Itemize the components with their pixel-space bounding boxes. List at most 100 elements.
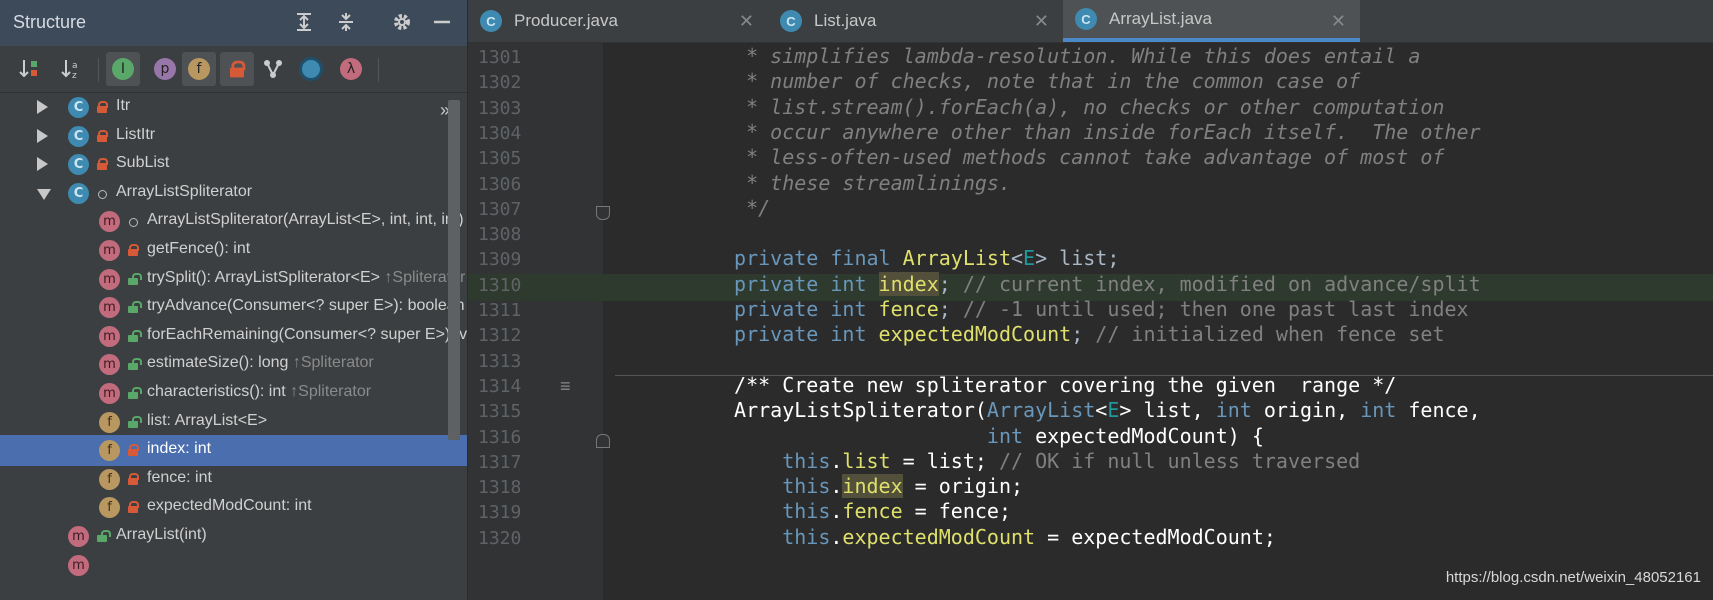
close-icon[interactable]: ✕ [1331,11,1346,32]
rendered-doc-icon[interactable]: ≡ [560,376,582,397]
code-token: this [722,524,831,549]
code-token: * occur anywhere other than inside forEa… [722,119,1481,144]
code-line[interactable]: * list.stream().forEach(a), no checks or… [722,95,1444,119]
tree-node[interactable]: C ArrayListSpliterator [0,178,467,209]
code-token: = fence; [902,499,1012,524]
code-line[interactable]: private int expectedModCount; // initial… [722,322,1444,347]
public-unlock-icon [128,272,142,286]
code-line[interactable]: this.fence = fence; [722,499,1011,523]
close-icon[interactable]: ✕ [739,11,754,32]
tree-node[interactable]: m getFence(): int [0,235,467,266]
tree-node-label: ArrayListSpliterator [116,182,253,200]
tree-node[interactable]: m [0,550,467,581]
expand-all-icon[interactable] [290,8,318,36]
code-token: E [1023,246,1036,271]
code-line[interactable]: */ [722,196,770,220]
collapse-all-icon[interactable] [332,8,360,36]
code-token: * these streamlinings. [722,170,1011,195]
code-line[interactable]: int expectedModCount) { [722,424,1264,448]
sort-by-visibility-icon[interactable] [12,52,46,86]
show-inherited-icon[interactable]: I [106,52,140,86]
code-token: this [722,474,831,499]
show-anonymous-icon[interactable] [256,52,290,86]
code-line[interactable]: * occur anywhere other than inside forEa… [722,120,1481,144]
code-line[interactable]: * simplifies lambda-resolution. While th… [722,44,1420,68]
method-icon: m [68,554,89,576]
show-lambdas-circle-icon[interactable] [294,52,328,86]
code-line[interactable]: * these streamlinings. [722,171,1011,195]
code-line[interactable]: private final ArrayList<E> list; [722,246,1119,270]
code-line[interactable]: this.expectedModCount = expectedModCount… [722,525,1276,549]
tree-node[interactable]: C ListItr [0,121,467,152]
tree-node[interactable]: m trySplit(): ArrayListSpliterator<E> ↑Sp… [0,264,467,295]
tree-node-label: Itr [116,97,131,114]
code-token: private [722,322,831,347]
line-number: 1316 [478,426,522,448]
code-token: origin, [1263,398,1361,423]
private-lock-icon [97,129,108,143]
method-icon: m [99,354,120,376]
tab-label: ArrayList.java [1109,9,1212,28]
tree-node-label: SubList [116,154,170,172]
tree-node-label: list: ArrayList<E> [147,411,268,429]
code-line[interactable]: private int fence; // -1 until used; the… [722,297,1469,321]
class-icon: C [68,97,89,118]
tree-node[interactable]: f index: int [0,435,467,467]
show-fields-icon[interactable]: f [182,52,216,86]
tab-producer[interactable]: C Producer.java ✕ [468,0,768,42]
tree-node-label: expectedModCount: int [147,497,312,515]
tree-node[interactable]: f expectedModCount: int [0,492,467,523]
fold-marker-icon[interactable] [596,433,610,448]
expanded-arrow-icon[interactable] [37,188,51,200]
fold-marker-icon[interactable] [596,205,610,220]
tab-arraylist[interactable]: C ArrayList.java ✕ [1063,0,1360,42]
gear-icon[interactable] [388,8,416,36]
watermark: https://blog.csdn.net/weixin_48052161 [1445,569,1701,586]
code-token: // OK if null unless traversed [998,448,1361,473]
code-token: expectedModCount [878,322,1072,347]
collapsed-arrow-icon[interactable] [37,100,48,114]
public-unlock-icon [128,358,142,371]
tree-node-suffix: ↑Spliterator [285,383,372,400]
show-non-public-icon[interactable] [220,52,254,86]
tree-node[interactable]: m ArrayListSpliterator(ArrayList<E>, int,… [0,206,467,237]
tree-node[interactable]: m tryAdvance(Consumer<? super E>): boolea… [0,292,467,323]
line-number: 1315 [478,401,522,423]
tree-node[interactable]: m estimateSize(): long ↑Spliterator [0,349,467,380]
code-token: * list.stream().forEach(a), no checks or… [722,94,1445,119]
code-token: ArrayListSpliterator( [722,398,987,423]
line-number: 1320 [478,527,522,549]
collapsed-arrow-icon[interactable] [37,128,48,143]
tree-node[interactable]: m ArrayList(int) [0,521,467,552]
show-properties-icon[interactable]: p [148,52,182,86]
tree-node-label: tryAdvance(Consumer<? super E>): boolean [147,297,465,315]
class-icon: C [68,154,89,176]
tree-node[interactable]: f list: ArrayList<E> [0,407,467,438]
collapsed-arrow-icon[interactable] [37,157,48,172]
code-line[interactable]: ArrayListSpliterator(ArrayList<E> list, … [722,398,1481,422]
close-icon[interactable]: ✕ [1034,11,1049,32]
sort-alphabetically-icon[interactable]: az [54,52,88,86]
code-token: ArrayList [986,398,1096,423]
code-line[interactable]: * number of checks, note that in the com… [722,69,1360,93]
tab-list[interactable]: C List.java ✕ [768,0,1063,42]
tree-node[interactable]: m forEachRemaining(Consumer<? super E>): … [0,321,467,352]
code-line[interactable]: this.list = list; // OK if null unless t… [722,449,1360,473]
code-line[interactable]: /** Create new spliterator covering the … [722,373,1396,397]
private-lock-icon [128,444,139,457]
tree-scrollbar[interactable] [448,100,460,440]
tree-node[interactable]: C SubList [0,149,467,180]
lambda-icon[interactable]: λ [334,52,368,86]
method-icon: m [99,297,120,319]
code-line[interactable]: private int index; // current index, mod… [722,271,1481,296]
code-token: expectedModCount) { [1035,423,1264,448]
code-line[interactable]: this.index = origin; [722,474,1023,499]
tree-node[interactable]: f fence: int [0,464,467,495]
tree-node[interactable]: C Itr [0,92,467,123]
minimize-icon[interactable] [428,8,456,36]
tree-node-label: ListItr [116,125,156,143]
code-line[interactable]: * less-often-used methods cannot take ad… [722,145,1444,169]
tree-node-label: index: int [147,440,212,458]
tree-node[interactable]: m characteristics(): int ↑Spliterator [0,378,467,409]
